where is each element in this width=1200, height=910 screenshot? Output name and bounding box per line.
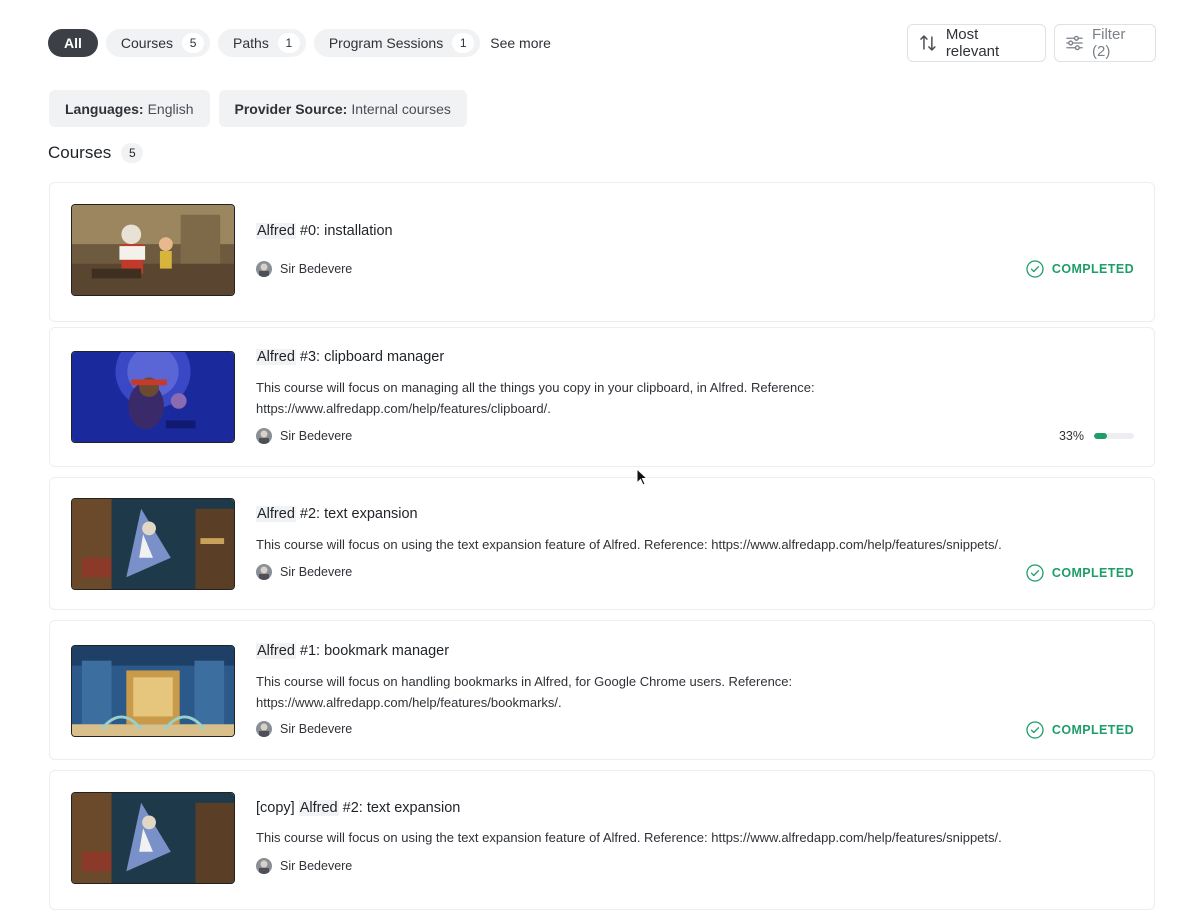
status-label: COMPLETED: [1051, 262, 1134, 276]
avatar: [256, 428, 272, 444]
course-author: Sir Bedevere: [256, 564, 352, 580]
author-name: Sir Bedevere: [280, 429, 353, 443]
status-badge: COMPLETED: [1026, 721, 1134, 739]
course-progress: 33%: [1059, 429, 1134, 443]
title-rest: #3: clipboard manager: [295, 349, 445, 365]
status-label: COMPLETED: [1051, 723, 1134, 737]
progress-label: 33%: [1058, 429, 1084, 443]
course-thumbnail: [71, 204, 235, 296]
course-title[interactable]: Alfred #2: text expansion: [256, 506, 418, 522]
title-rest: #0: installation: [295, 223, 393, 239]
course-card[interactable]: Alfred #0: installation Sir Bedevere COM…: [49, 182, 1155, 322]
course-card[interactable]: Alfred #2: text expansion This course wi…: [49, 477, 1155, 610]
tab-label: Paths: [233, 35, 269, 51]
course-description: This course will focus on using the text…: [256, 537, 1002, 552]
title-highlight: Alfred: [298, 800, 339, 816]
check-circle-icon: [1026, 564, 1044, 582]
tab-count: 1: [277, 33, 300, 53]
course-title[interactable]: Alfred #0: installation: [256, 223, 393, 239]
course-thumbnail: [71, 792, 235, 884]
progress-bar-fill: [1094, 433, 1108, 439]
chip-key: Provider Source:: [234, 100, 348, 117]
content-type-tabs: All Courses 5 Paths 1 Program Sessions 1…: [48, 29, 551, 57]
tab-program-sessions[interactable]: Program Sessions 1: [313, 29, 481, 57]
author-name: Sir Bedevere: [280, 565, 353, 579]
sort-button[interactable]: Most relevant: [907, 24, 1046, 62]
chip-value: English: [147, 100, 194, 117]
tab-label: Program Sessions: [328, 35, 444, 51]
avatar: [256, 858, 272, 874]
tab-all[interactable]: All: [48, 29, 98, 57]
avatar: [256, 564, 272, 580]
tab-label: Courses: [120, 35, 174, 51]
status-badge: COMPLETED: [1026, 564, 1134, 582]
filter-label: Filter (2): [1091, 26, 1126, 60]
tab-courses[interactable]: Courses 5: [105, 29, 211, 57]
title-rest: #1: bookmark manager: [295, 643, 450, 659]
course-thumbnail: [71, 645, 235, 737]
tab-paths[interactable]: Paths 1: [218, 29, 306, 57]
tab-count: 5: [182, 33, 205, 53]
course-description: This course will focus on handling bookm…: [256, 674, 793, 710]
chip-value: Internal courses: [351, 100, 451, 117]
tab-label: All: [64, 35, 82, 51]
tab-count: 1: [452, 33, 475, 53]
title-rest: #2: text expansion: [338, 800, 461, 816]
course-description: This course will focus on using the text…: [256, 830, 1002, 845]
course-author: Sir Bedevere: [256, 428, 352, 444]
course-title[interactable]: Alfred #1: bookmark manager: [256, 643, 449, 659]
course-author: Sir Bedevere: [256, 261, 352, 277]
check-circle-icon: [1026, 721, 1044, 739]
see-more-link[interactable]: See more: [490, 35, 551, 51]
course-description: This course will focus on managing all t…: [256, 380, 815, 416]
course-card[interactable]: [copy] Alfred #2: text expansion This co…: [49, 770, 1155, 910]
chip-key: Languages:: [65, 100, 144, 117]
author-name: Sir Bedevere: [280, 722, 353, 736]
courses-heading: Courses 5: [48, 143, 144, 163]
title-highlight: Alfred: [256, 506, 296, 522]
filter-chip-languages[interactable]: Languages: English: [49, 90, 210, 127]
title-highlight: Alfred: [256, 349, 296, 365]
course-thumbnail: [71, 351, 235, 443]
active-filters: Languages: English Provider Source: Inte…: [49, 90, 476, 127]
status-badge: COMPLETED: [1026, 260, 1134, 278]
filter-button[interactable]: Filter (2): [1054, 24, 1156, 62]
sort-label: Most relevant: [945, 26, 1000, 60]
course-title[interactable]: Alfred #3: clipboard manager: [256, 349, 444, 365]
course-author: Sir Bedevere: [256, 721, 352, 737]
course-card[interactable]: Alfred #1: bookmark manager This course …: [49, 620, 1155, 760]
title-prefix: [copy]: [256, 800, 299, 816]
progress-bar: [1094, 433, 1134, 439]
section-count: 5: [121, 143, 144, 163]
sliders-icon: [1066, 35, 1083, 51]
section-title: Courses: [48, 143, 112, 162]
avatar: [256, 721, 272, 737]
author-name: Sir Bedevere: [280, 859, 353, 873]
course-title[interactable]: [copy] Alfred #2: text expansion: [256, 800, 460, 816]
author-name: Sir Bedevere: [280, 262, 353, 276]
avatar: [256, 261, 272, 277]
title-highlight: Alfred: [256, 223, 296, 239]
course-thumbnail: [71, 498, 235, 590]
status-label: COMPLETED: [1051, 566, 1134, 580]
course-card[interactable]: Alfred #3: clipboard manager This course…: [49, 327, 1155, 467]
sort-arrows-icon: [920, 35, 936, 51]
mouse-cursor-icon: [636, 468, 648, 486]
title-rest: #2: text expansion: [295, 506, 418, 522]
filter-chip-provider-source[interactable]: Provider Source: Internal courses: [218, 90, 467, 127]
course-author: Sir Bedevere: [256, 858, 352, 874]
title-highlight: Alfred: [256, 643, 296, 659]
check-circle-icon: [1026, 260, 1044, 278]
